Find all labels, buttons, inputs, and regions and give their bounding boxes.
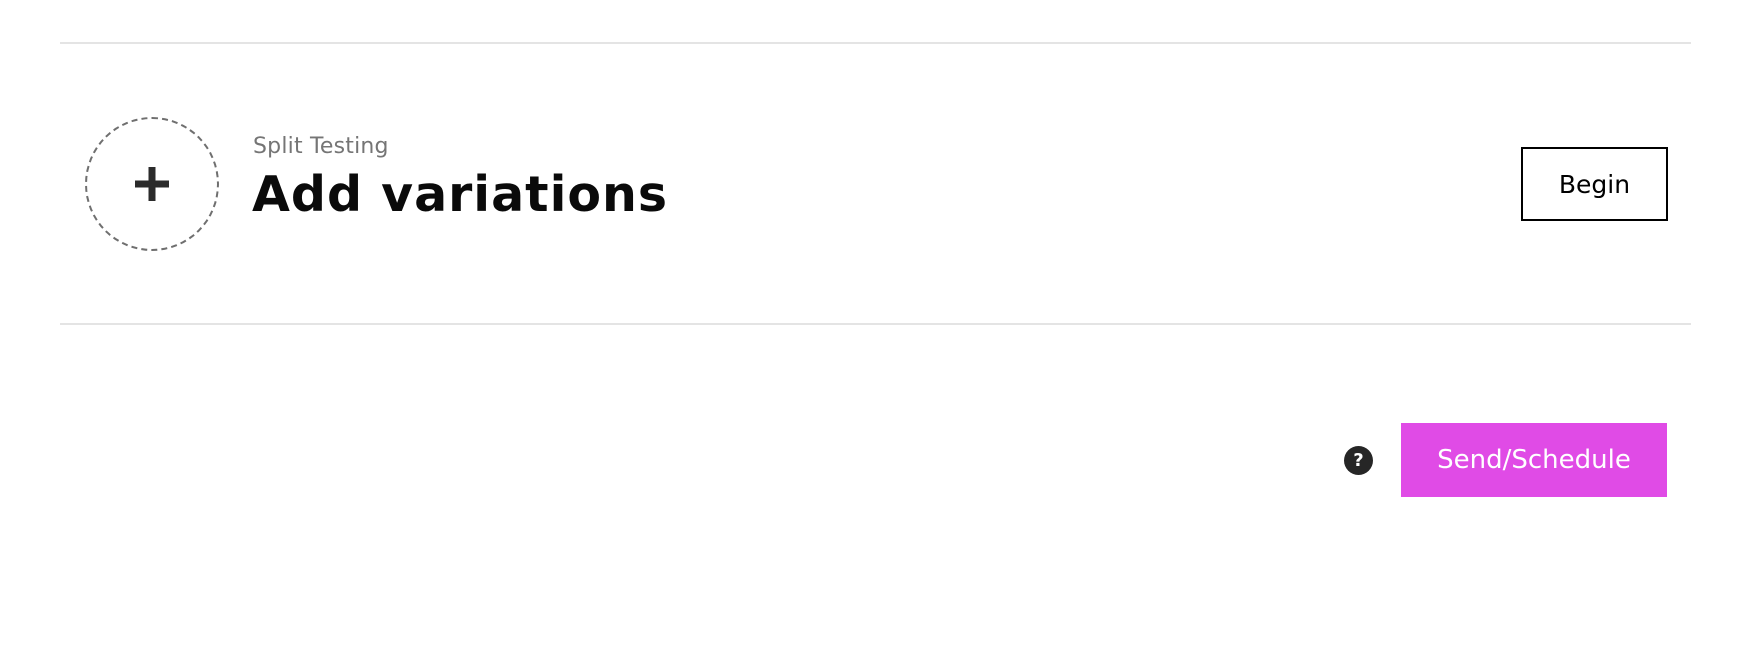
add-variation-button[interactable]: [85, 117, 219, 251]
help-icon[interactable]: ?: [1344, 446, 1373, 475]
bottom-divider: [60, 323, 1691, 325]
section-title: Add variations: [252, 166, 669, 223]
send-schedule-button[interactable]: Send/Schedule: [1401, 423, 1667, 497]
begin-button[interactable]: Begin: [1521, 147, 1668, 221]
split-testing-section: Split Testing Add variations Begin: [60, 44, 1691, 323]
section-eyebrow: Split Testing: [253, 134, 389, 159]
campaign-page: Split Testing Add variations Begin ? Sen…: [0, 0, 1748, 646]
plus-icon: [135, 167, 169, 201]
